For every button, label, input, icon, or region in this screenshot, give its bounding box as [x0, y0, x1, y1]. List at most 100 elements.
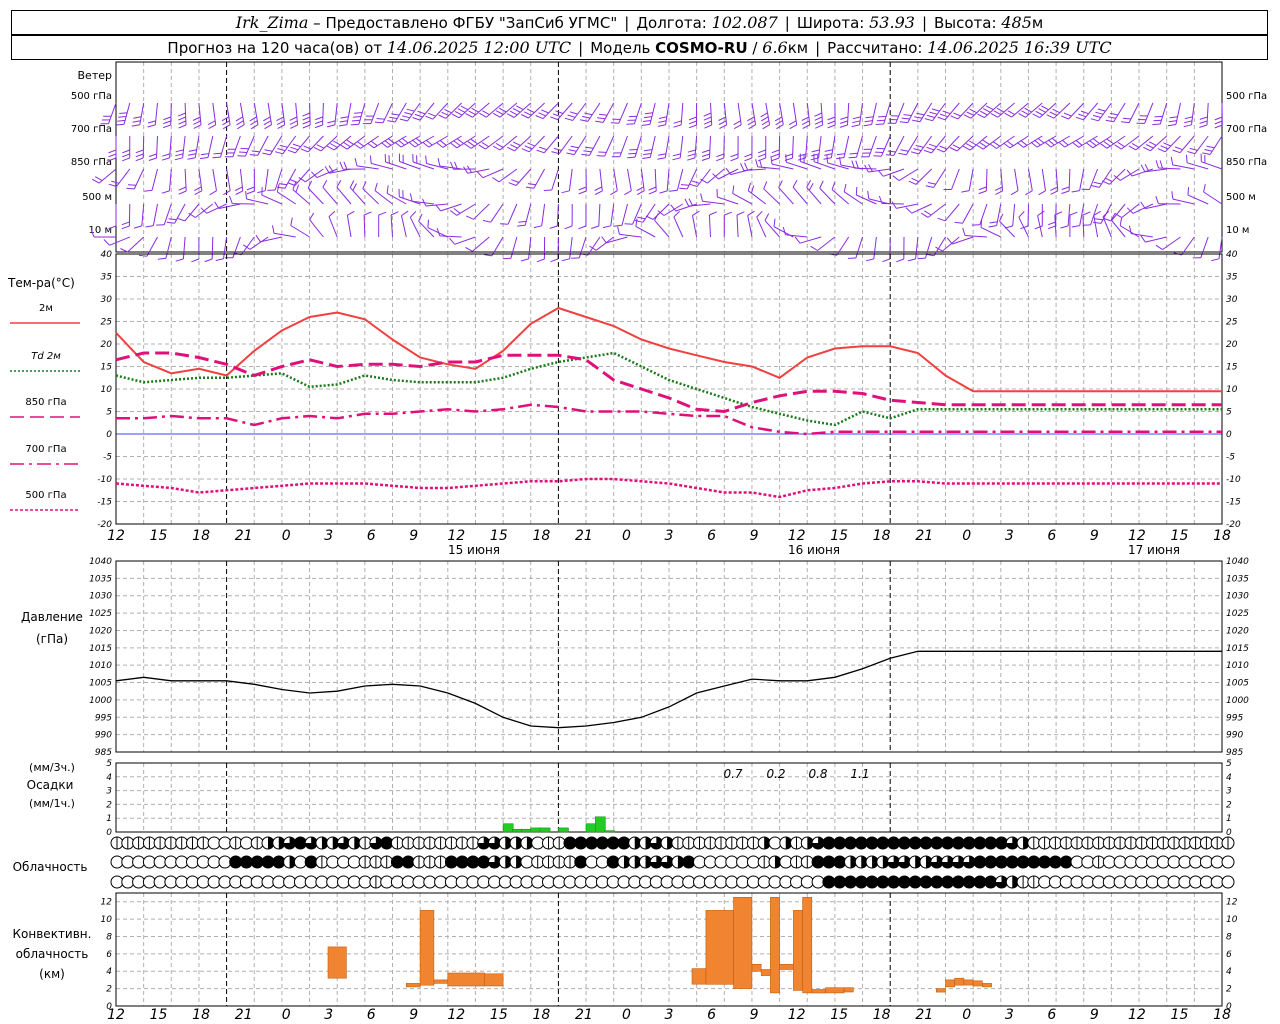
- wind-barb-feather: [730, 157, 739, 162]
- wind-barb-feather: [564, 225, 573, 230]
- wind-barb-feather: [1128, 145, 1137, 151]
- wind-barb-feather: [1183, 124, 1192, 128]
- wind-barb: [980, 226, 1002, 238]
- cloud-cover-full: [984, 876, 997, 888]
- temperature-tick-left: 15: [101, 363, 113, 373]
- wind-barb-feather: [108, 183, 117, 187]
- wind-barb: [895, 102, 905, 124]
- precip-bar: [512, 828, 523, 833]
- temperature-legend-label: 850 гПа: [25, 397, 66, 408]
- wind-barb: [440, 203, 462, 212]
- convective-cloud-bar: [843, 987, 854, 993]
- wind-barb-feather: [1044, 141, 1052, 148]
- wind-barb-feather: [135, 153, 144, 158]
- wind-barb-feather: [276, 183, 280, 193]
- wind-level-label-right: 850 гПа: [1226, 157, 1267, 168]
- wind-barb-feather: [295, 184, 300, 193]
- precip-panel-title: Осадки: [27, 778, 74, 792]
- wind-barb-feather: [885, 154, 894, 156]
- hour-tick-label-bottom: 6: [367, 1007, 376, 1023]
- wind-barb-feather: [235, 116, 244, 122]
- wind-barb-feather: [314, 124, 323, 129]
- wind-barb-feather: [289, 116, 298, 121]
- wind-barb-feather: [811, 149, 820, 153]
- wind-barb-feather: [277, 148, 286, 152]
- temperature-tick-right: 30: [1226, 295, 1238, 305]
- wind-barb: [163, 203, 172, 225]
- wind-barb: [541, 203, 546, 226]
- wind-barb-feather: [1048, 221, 1056, 226]
- wind-barb-feather: [1051, 137, 1059, 144]
- wind-barb-feather: [747, 116, 755, 122]
- wind-barb-feather: [207, 120, 216, 126]
- wind-barb-feather: [339, 161, 344, 170]
- cloud-cover-circle: [326, 855, 340, 869]
- cloud-cover-circle: [671, 875, 685, 889]
- wind-barb-feather: [340, 116, 349, 119]
- cloud-cover-circle: [639, 875, 652, 889]
- wind-barb-feather: [1155, 196, 1159, 204]
- wind-barb-feather: [687, 153, 696, 157]
- wind-barb-feather: [131, 124, 140, 127]
- cloud-cover-full: [866, 837, 878, 849]
- convective-cloud-bar: [484, 973, 504, 987]
- wind-barb-feather: [840, 116, 849, 120]
- wind-barb: [855, 236, 863, 259]
- wind-barb-feather: [794, 236, 801, 244]
- wind-barb: [944, 102, 960, 121]
- cloud-cover-circle: [1210, 855, 1224, 869]
- wind-barb-feather: [648, 186, 657, 191]
- wind-barb: [736, 214, 739, 238]
- wind-barb-feather: [255, 234, 261, 243]
- wind-barb: [1164, 135, 1181, 153]
- cloud-cover-circle: [272, 875, 286, 889]
- wind-barb-feather: [589, 245, 597, 251]
- wind-barb-feather: [235, 190, 244, 195]
- wind-barb: [1018, 216, 1029, 238]
- wind-barb: [962, 203, 974, 224]
- cloud-cover-full: [240, 856, 253, 868]
- wind-barb-feather: [1172, 149, 1181, 154]
- wind-barb-feather: [262, 152, 271, 156]
- wind-barb-feather: [1131, 142, 1140, 148]
- cloud-cover-full: [477, 856, 490, 868]
- cloud-cover-circle: [725, 875, 739, 889]
- pressure-tick-right: 995: [1226, 713, 1243, 723]
- wind-barb-feather: [243, 244, 251, 250]
- wind-barb-feather: [292, 143, 301, 148]
- convective-unit: (км): [39, 967, 65, 981]
- wind-barb-feather: [763, 181, 768, 189]
- wind-barb-feather: [1100, 143, 1108, 149]
- wind-barb-feather: [1060, 225, 1069, 229]
- wind-barb: [184, 203, 200, 222]
- wind-barb-feather: [510, 144, 518, 149]
- wind-barb-feather: [657, 157, 666, 160]
- wind-barb: [709, 135, 711, 159]
- cloud-cover-circle: [595, 855, 609, 869]
- wind-barb: [257, 135, 269, 156]
- wind-barb-feather: [238, 151, 248, 153]
- wind-barb-feather: [188, 149, 197, 152]
- wind-barb-feather: [541, 109, 549, 114]
- wind-barb: [830, 135, 836, 158]
- cloud-cover-circle: [1156, 875, 1170, 889]
- hour-tick-label-bottom: 3: [324, 1007, 333, 1023]
- convective-tick-right: 0: [1226, 1002, 1232, 1012]
- wind-barb-feather: [1186, 154, 1188, 163]
- wind-barb-feather: [287, 149, 296, 154]
- wind-level-label-right: 700 гПа: [1226, 124, 1267, 135]
- pressure-tick-left: 1015: [89, 644, 112, 654]
- wind-barb-feather: [953, 112, 961, 117]
- cloud-cover-full: [682, 856, 695, 868]
- wind-barb: [756, 216, 767, 238]
- cloud-cover-full: [812, 856, 825, 868]
- wind-barb-feather: [513, 141, 521, 146]
- cloud-cover-circle: [142, 875, 156, 889]
- wind-barb: [1206, 102, 1209, 126]
- wind-barb-feather: [827, 124, 836, 129]
- hour-tick-label-bottom: 0: [962, 1007, 971, 1023]
- wind-barb: [292, 189, 310, 205]
- wind-barb-feather: [564, 117, 573, 121]
- wind-barb-feather: [843, 183, 847, 192]
- cloud-cover-circle: [1081, 875, 1095, 889]
